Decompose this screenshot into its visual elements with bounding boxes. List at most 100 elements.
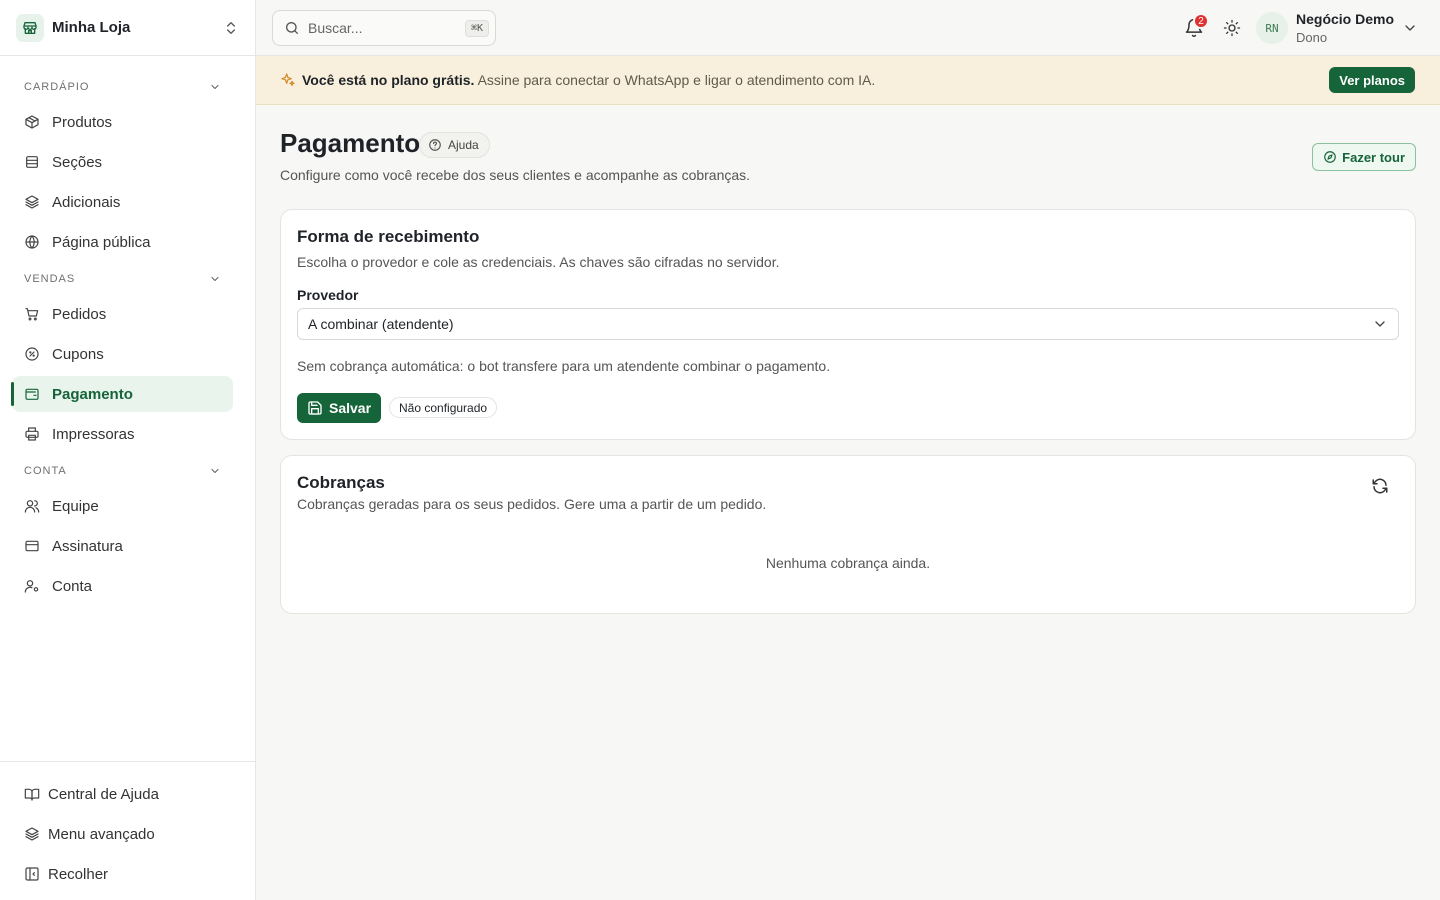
user-cog-icon [24,580,39,593]
help-circle-icon [429,139,441,151]
provider-label: Provedor [297,287,359,303]
payment-method-card: Forma de recebimento Escolha o provedor … [280,209,1416,440]
globe-icon [25,235,39,249]
sidebar-item-label: Adicionais [52,193,121,211]
chevron-down-icon [211,276,219,282]
wallet-icon [25,388,39,400]
sidebar-item-label: Seções [52,153,103,171]
chevron-down-icon [1375,321,1385,327]
store-icon [16,13,44,42]
nav-group-vendas[interactable]: VENDAS [0,266,255,292]
card-description: Cobranças geradas para os seus pedidos. … [297,496,767,512]
sidebar-item-equipe[interactable]: Equipe [12,488,233,524]
store-switcher[interactable]: Minha Loja [0,0,255,56]
footer-item-label: Central de Ajuda [48,785,159,803]
sidebar-item-label: Pagamento [52,385,133,403]
sidebar-item-label: Cupons [52,345,104,363]
nav-group-title: CARDÁPIO [24,81,90,93]
sidebar-item-adicionais[interactable]: Adicionais [12,184,233,220]
card-description: Escolha o provedor e cole as credenciais… [297,254,780,270]
banner-bold: Você está no plano grátis. [302,72,475,88]
layers-icon [25,195,39,209]
card-title: Cobranças [297,473,385,492]
sidebar-item-label: Produtos [52,113,113,131]
compass-icon [1324,151,1336,163]
start-tour-button[interactable]: Fazer tour [1312,143,1416,171]
sidebar-item-label: Pedidos [52,305,107,323]
sidebar-item-secoes[interactable]: Seções [12,144,233,180]
nav-group-conta[interactable]: CONTA [0,458,255,484]
sections-icon [26,156,38,168]
advanced-menu-link[interactable]: Menu avançado [12,816,243,852]
empty-state: Nenhuma cobrança ainda. [765,555,931,571]
sidebar-item-pagina-publica[interactable]: Página pública [12,224,233,260]
user-name[interactable]: Negócio Demo [1296,11,1394,27]
charges-card: Cobranças Cobranças geradas para os seus… [280,455,1416,614]
sidebar-footer: Central de Ajuda Menu avançado Recolher [0,761,255,900]
nav-group-title: VENDAS [24,273,76,285]
provider-info: Sem cobrança automática: o bot transfere… [297,358,831,374]
coupon-icon [25,347,39,361]
sidebar-item-label: Equipe [52,497,99,515]
layers-icon [25,827,39,841]
sidebar-item-label: Conta [52,577,93,595]
plan-banner: Você está no plano grátis. Assine para c… [256,56,1440,105]
page-subtitle: Configure como você recebe dos seus clie… [280,167,751,183]
save-label: Salvar [329,400,372,416]
chevrons-up-down-icon [227,21,235,34]
user-role: Dono [1296,30,1328,45]
provider-value: A combinar (atendente) [308,316,454,332]
search-placeholder: Buscar... [308,20,363,36]
box-icon [25,115,39,129]
store-name: Minha Loja [52,19,131,36]
credit-card-icon [25,540,39,552]
banner-message: Assine para conectar o WhatsApp e ligar … [477,72,876,88]
search-shortcut: ⌘K [464,19,489,37]
chevron-down-icon [211,468,219,474]
sidebar-collapse-icon [25,867,39,881]
chevron-down-icon[interactable] [1402,20,1418,36]
save-button[interactable]: Salvar [297,393,382,423]
sidebar-item-assinatura[interactable]: Assinatura [12,528,233,564]
sidebar-item-label: Impressoras [52,425,135,443]
search-icon [286,22,298,34]
sidebar-item-conta[interactable]: Conta [12,568,233,604]
sidebar-item-produtos[interactable]: Produtos [12,104,233,140]
cart-icon [25,308,39,321]
footer-item-label: Recolher [48,865,109,883]
notification-badge: 2 [1193,13,1209,29]
footer-item-label: Menu avançado [48,825,155,843]
help-center-link[interactable]: Central de Ajuda [12,776,243,812]
help-label: Ajuda [448,138,479,152]
nav-group-title: CONTA [24,465,67,477]
help-button[interactable]: Ajuda [419,132,490,158]
card-title: Forma de recebimento [297,227,480,246]
save-icon [308,401,322,415]
sidebar-nav: CARDÁPIO Produtos Seções Adicionais Pági… [0,56,255,604]
collapse-sidebar-button[interactable]: Recolher [12,856,243,892]
view-plans-button[interactable]: Ver planos [1329,67,1415,93]
provider-select[interactable]: A combinar (atendente) [297,308,1399,340]
refresh-icon[interactable] [1371,477,1389,495]
nav-group-cardapio[interactable]: CARDÁPIO [0,74,255,100]
avatar[interactable]: RN [1256,12,1288,44]
banner-text: Você está no plano grátis. Assine para c… [302,72,875,88]
sparkles-icon [281,73,295,86]
status-badge: Não configurado [389,397,498,418]
printer-icon [25,427,39,441]
sidebar-item-cupons[interactable]: Cupons [12,336,233,372]
sidebar-item-impressoras[interactable]: Impressoras [12,416,233,452]
sun-icon[interactable] [1223,19,1241,37]
topbar: Buscar... ⌘K 2 RN Negócio Demo Dono [256,0,1440,56]
search-input[interactable]: Buscar... ⌘K [272,10,496,46]
sidebar-item-pedidos[interactable]: Pedidos [12,296,233,332]
book-icon [24,788,40,801]
sidebar-item-pagamento[interactable]: Pagamento [11,376,233,412]
sidebar-item-label: Assinatura [52,537,123,555]
sidebar: Minha Loja CARDÁPIO Produtos Seções Adic… [0,0,256,900]
sidebar-item-label: Página pública [52,233,151,251]
users-icon [24,500,40,513]
chevron-down-icon [211,84,219,90]
tour-label: Fazer tour [1342,149,1405,165]
page-title: Pagamento [280,128,421,158]
